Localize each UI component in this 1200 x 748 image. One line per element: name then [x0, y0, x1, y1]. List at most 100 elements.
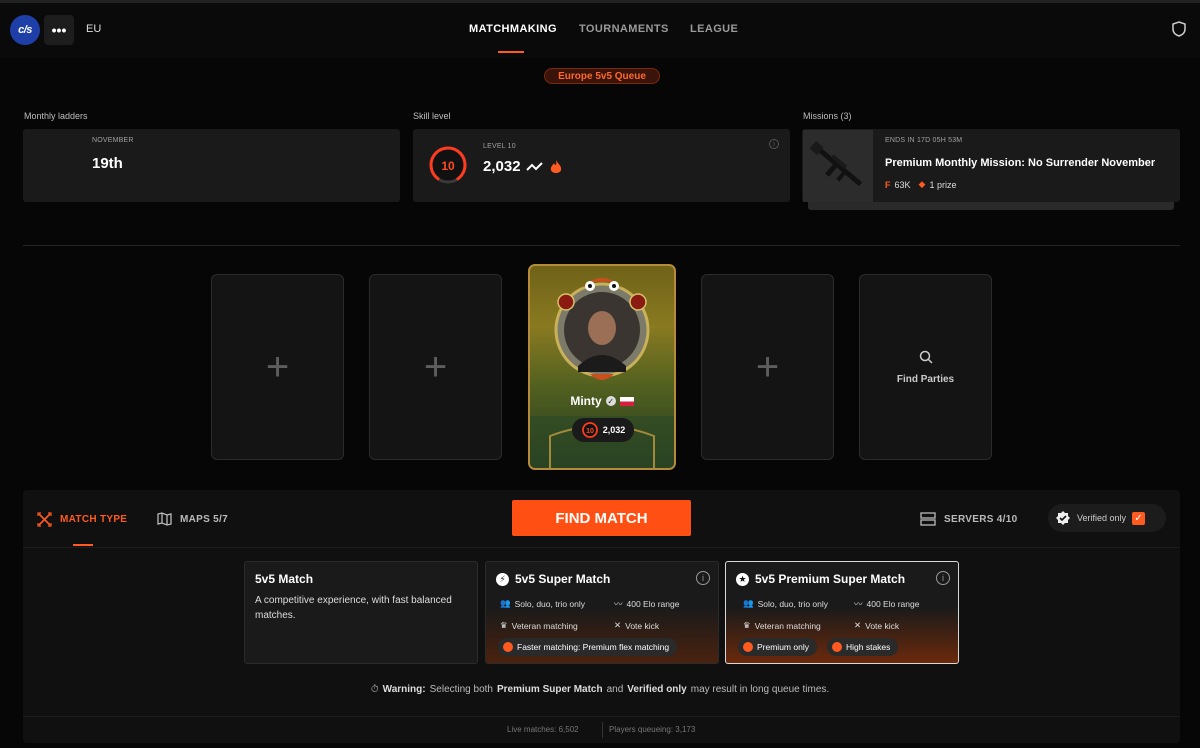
maps-tab[interactable]: MAPS 5/7	[157, 512, 228, 526]
shield-icon[interactable]	[1172, 21, 1186, 37]
player-elo-pill: 10 2,032	[572, 418, 634, 442]
feature-high-stakes: High stakes	[827, 638, 899, 656]
queue-badge: Europe 5v5 Queue	[544, 68, 660, 84]
info-icon[interactable]: i	[696, 571, 710, 585]
rifle-icon	[809, 140, 863, 187]
star-icon: ★	[736, 572, 749, 586]
fire-icon	[550, 159, 561, 173]
level-caption: LEVEL 10	[483, 143, 516, 150]
find-parties-label: Find Parties	[896, 373, 955, 385]
crown-icon: ♛	[500, 620, 508, 630]
target-icon	[832, 642, 842, 652]
match-type-super[interactable]: ⚡ 5v5 Super Match i 👥 Solo, duo, trio onl…	[485, 561, 719, 664]
verified-checkbox[interactable]: ✓	[1132, 511, 1146, 525]
player-card[interactable]: Minty ✓ 10 2,032	[528, 264, 676, 470]
level-number: 10	[441, 159, 455, 173]
feature-veteran: ♛ Veteran matching	[500, 620, 578, 631]
region-selector[interactable]: EU	[86, 23, 101, 35]
server-icon	[920, 512, 936, 526]
info-icon[interactable]: i	[936, 571, 950, 585]
trend-icon: 〰	[854, 599, 863, 609]
plus-icon: +	[265, 345, 290, 389]
level-ring-icon: 10	[581, 422, 598, 438]
verified-only-toggle[interactable]: Verified only ✓	[1048, 504, 1166, 532]
ladders-label: Monthly ladders	[24, 111, 88, 121]
reward-prize: 1 prize	[929, 179, 957, 190]
feature-elo: 〰 400 Elo range	[854, 599, 920, 609]
tab-tournaments[interactable]: TOURNAMENTS	[579, 23, 669, 35]
feature-premium-only: Premium only	[738, 638, 817, 656]
level-ring-icon: 10	[429, 146, 467, 184]
active-tab-indicator	[498, 51, 524, 53]
divider	[23, 245, 1180, 246]
tab-league[interactable]: LEAGUE	[690, 23, 738, 35]
match-type-tab[interactable]: MATCH TYPE	[37, 512, 127, 527]
find-match-button[interactable]: FIND MATCH	[512, 500, 691, 536]
verified-only-label: Verified only	[1077, 513, 1127, 523]
lightning-icon: ⚡	[496, 572, 509, 586]
match-type-premium[interactable]: ★ 5v5 Premium Super Match i 👥 Solo, duo, …	[725, 561, 959, 664]
match-type-title: ⚡ 5v5 Super Match	[496, 572, 610, 586]
queue-warning: ⏱ Warning: Selecting both Premium Super …	[370, 684, 830, 695]
players-queueing: Players queueing: 3,173	[609, 725, 696, 734]
feature-vote-kick: ✕ Vote kick	[614, 620, 660, 631]
trend-icon: 〰	[614, 599, 623, 609]
ladders-card[interactable]: NOVEMBER 19th	[23, 129, 400, 202]
live-matches: Live matches: 6,502	[507, 725, 579, 734]
ladder-rank: 19th	[92, 155, 123, 172]
users-icon: 👥	[743, 598, 754, 608]
ladder-month: NOVEMBER	[92, 137, 134, 144]
feature-veteran: ♛ Veteran matching	[743, 620, 821, 631]
info-icon[interactable]: i	[769, 139, 779, 149]
mission-image	[803, 130, 873, 202]
mission-title: Premium Monthly Mission: No Surrender No…	[885, 157, 1156, 169]
skill-card[interactable]: 10 LEVEL 10 2,032 i	[413, 129, 790, 202]
player-elo: 2,032	[602, 425, 626, 435]
crown-icon: ♛	[743, 620, 751, 630]
footer-divider	[23, 716, 1180, 717]
search-icon	[919, 350, 933, 364]
prize-icon: ◆	[918, 179, 926, 189]
stopwatch-icon: ⏱	[370, 684, 379, 695]
party-slot-1[interactable]: +	[211, 274, 344, 460]
match-type-title: ★ 5v5 Premium Super Match	[736, 572, 905, 586]
player-name: Minty	[570, 394, 602, 408]
verified-badge-icon	[1056, 511, 1070, 525]
crosshair-icon	[37, 512, 52, 527]
mission-rewards: F 63K ◆ 1 prize	[885, 179, 956, 190]
more-menu-button[interactable]: •••	[44, 15, 74, 45]
users-icon: 👥	[500, 598, 511, 608]
missions-label: Missions (3)	[803, 111, 852, 121]
match-type-title: 5v5 Match	[255, 572, 314, 586]
reward-points: 63K	[894, 179, 911, 190]
svg-text:10: 10	[586, 428, 594, 435]
premium-icon	[743, 642, 753, 652]
clock-icon	[503, 642, 513, 652]
elo-value: 2,032	[483, 158, 521, 175]
tab-matchmaking[interactable]: MATCHMAKING	[469, 23, 557, 35]
vote-kick-icon: ✕	[614, 620, 622, 630]
feature-vote-kick: ✕ Vote kick	[854, 620, 900, 631]
match-type-desc: A competitive experience, with fast bala…	[255, 595, 452, 621]
servers-tab[interactable]: SERVERS 4/10	[920, 512, 1017, 526]
feature-faster-matching: Faster matching: Premium flex matching	[498, 638, 678, 656]
skill-label: Skill level	[413, 111, 451, 121]
find-parties-button[interactable]: Find Parties	[859, 274, 992, 460]
map-icon	[157, 512, 172, 526]
elo-trend-icon	[525, 161, 543, 171]
feature-solo: 👥 Solo, duo, trio only	[743, 598, 828, 609]
player-name-row: Minty ✓	[530, 394, 674, 408]
verified-icon: ✓	[605, 396, 616, 406]
feature-elo: 〰 400 Elo range	[614, 599, 680, 609]
toolbar-divider	[23, 547, 1180, 548]
party-slot-4[interactable]: +	[701, 274, 834, 460]
party-slot-2[interactable]: +	[369, 274, 502, 460]
plus-icon: +	[423, 345, 448, 389]
stats-divider	[602, 722, 603, 738]
mission-stack-edge	[808, 202, 1174, 210]
plus-icon: +	[755, 345, 780, 389]
match-type-5v5[interactable]: 5v5 Match A competitive experience, with…	[244, 561, 478, 664]
match-type-indicator	[73, 544, 93, 546]
logo[interactable]: c/s	[10, 15, 40, 45]
feature-solo: 👥 Solo, duo, trio only	[500, 598, 585, 609]
